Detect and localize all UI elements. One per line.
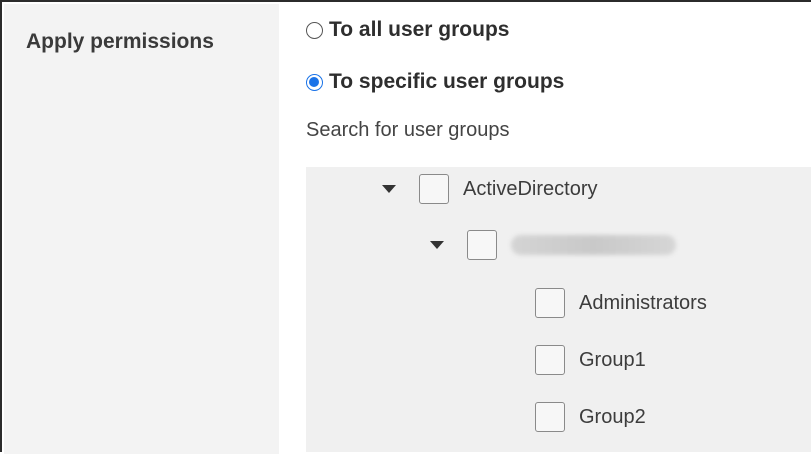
radio-all-user-groups[interactable]: To all user groups bbox=[306, 18, 509, 42]
radio-checked-icon[interactable] bbox=[306, 73, 323, 91]
tree-node-domain bbox=[430, 230, 676, 260]
radio-specific-user-groups-label: To specific user groups bbox=[329, 70, 565, 93]
tree-node-label: Group2 bbox=[579, 405, 646, 428]
checkbox-group1[interactable] bbox=[535, 345, 565, 375]
checkbox-activedirectory[interactable] bbox=[419, 174, 449, 204]
search-user-groups-label: Search for user groups bbox=[306, 119, 510, 141]
tree-node-label: Administrators bbox=[579, 291, 707, 314]
checkbox-group2[interactable] bbox=[535, 402, 565, 432]
label-column: Apply permissions bbox=[4, 4, 279, 454]
checkbox-administrators[interactable] bbox=[535, 288, 565, 318]
tree-node-label: ActiveDirectory bbox=[463, 177, 598, 200]
caret-down-icon[interactable] bbox=[382, 185, 396, 193]
tree-node-label: Group1 bbox=[579, 348, 646, 371]
redacted-domain-label bbox=[511, 235, 676, 255]
tree-node-activedirectory: ActiveDirectory bbox=[382, 174, 597, 204]
radio-specific-user-groups[interactable]: To specific user groups bbox=[306, 70, 564, 94]
apply-permissions-label: Apply permissions bbox=[26, 30, 214, 53]
radio-unchecked-icon[interactable] bbox=[306, 21, 323, 39]
tree-node-administrators: Administrators bbox=[535, 288, 707, 318]
tree-node-group2: Group2 bbox=[535, 402, 646, 432]
user-group-tree: ActiveDirectory Administrators Group1 Gr… bbox=[306, 167, 811, 452]
tree-node-group1: Group1 bbox=[535, 345, 646, 375]
radio-all-user-groups-label: To all user groups bbox=[329, 18, 510, 41]
checkbox-domain[interactable] bbox=[467, 230, 497, 260]
caret-down-icon[interactable] bbox=[430, 241, 444, 249]
